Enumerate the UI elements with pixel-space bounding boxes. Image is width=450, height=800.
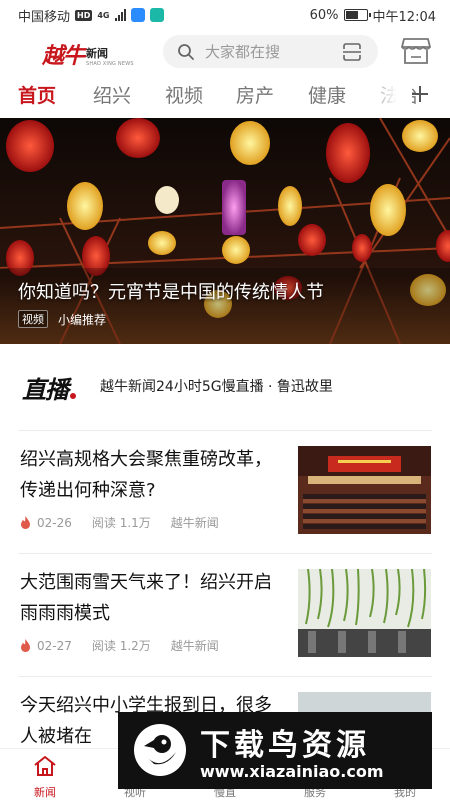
news-source: 越牛新闻: [170, 639, 219, 653]
news-reads: 阅读 1.1万: [91, 516, 151, 530]
hero-title[interactable]: 你知道吗？元宵节是中国的传统情人节: [18, 278, 324, 304]
news-reads: 阅读 1.2万: [91, 639, 151, 653]
news-date: 02-26: [37, 515, 72, 530]
home-icon: [34, 756, 56, 776]
hd-badge: HD: [75, 9, 93, 21]
watermark-url: www.xiazainiao.com: [200, 762, 384, 781]
hero-meta: 视频 小编推荐: [18, 310, 106, 328]
search-placeholder: 大家都在搜: [205, 43, 281, 61]
fire-icon: [21, 639, 30, 652]
fire-icon: [21, 516, 30, 529]
signal-icon: [114, 9, 126, 21]
tab-shaoxing[interactable]: 绍兴: [93, 81, 131, 108]
logo-main: 越牛: [42, 43, 85, 69]
tab-health[interactable]: 健康: [308, 81, 346, 108]
nav-news[interactable]: 新闻: [15, 755, 75, 800]
live-logo: 直播: [22, 376, 69, 404]
battery-percent: 60%: [309, 7, 339, 23]
carrier-label: 中国移动: [18, 9, 71, 25]
app-header: 越牛 新闻 SHAO XING NEWS 大家都在搜: [0, 30, 450, 74]
news-thumbnail: [298, 446, 431, 534]
tab-property[interactable]: 房产: [236, 81, 274, 108]
status-bar: 中国移动 HD 4G 60% 中午12:04: [0, 0, 450, 30]
news-meta: 02-27 阅读 1.2万 越牛新闻: [20, 637, 239, 654]
add-channel-icon[interactable]: [410, 84, 430, 104]
scan-icon[interactable]: [342, 43, 362, 61]
news-item[interactable]: 绍兴高规格大会聚焦重磅改革，传递出何种深意? 02-26 阅读 1.1万 越牛新…: [0, 432, 450, 552]
notification-app-icon: [130, 8, 145, 22]
news-title: 绍兴高规格大会聚焦重磅改革，传递出何种深意?: [20, 449, 272, 501]
tab-video[interactable]: 视频: [165, 81, 203, 108]
divider: [18, 676, 432, 677]
watermark-overlay: 下载鸟资源 www.xiazainiao.com: [118, 712, 432, 789]
live-dot-icon: [70, 393, 76, 399]
news-title: 大范围雨雪天气来了！绍兴开启雨雨雨模式: [20, 572, 272, 624]
news-source: 越牛新闻: [170, 516, 219, 530]
video-tag: 视频: [18, 310, 48, 328]
clock: 中午12:04: [372, 9, 436, 25]
bird-logo-icon: [134, 724, 186, 776]
news-meta: 02-26 阅读 1.1万 越牛新闻: [20, 514, 239, 531]
watermark-title: 下载鸟资源: [200, 728, 370, 763]
channel-tabs: 首页 绍兴 视频 房产 健康 法治: [0, 76, 450, 114]
divider: [18, 553, 432, 554]
live-text: 越牛新闻24小时5G慢直播 · 鲁迅故里: [100, 379, 333, 395]
battery-icon: [343, 9, 371, 21]
news-thumbnail: [298, 569, 431, 657]
logo-sub: 新闻: [86, 47, 109, 60]
search-icon: [178, 43, 194, 60]
hero-banner[interactable]: 你知道吗？元宵节是中国的传统情人节 视频 小编推荐: [0, 118, 450, 344]
divider: [18, 430, 432, 431]
store-icon[interactable]: [401, 37, 431, 65]
hero-source: 小编推荐: [58, 312, 107, 327]
nav-label: 新闻: [34, 786, 56, 799]
tab-home[interactable]: 首页: [18, 81, 56, 108]
search-bar[interactable]: 大家都在搜: [163, 35, 378, 68]
news-item[interactable]: 大范围雨雪天气来了！绍兴开启雨雨雨模式 02-27 阅读 1.2万 越牛新闻: [0, 555, 450, 675]
app-logo[interactable]: 越牛 新闻 SHAO XING NEWS: [42, 38, 134, 70]
notification-app-icon-2: [149, 8, 164, 22]
live-banner[interactable]: 直播 越牛新闻24小时5G慢直播 · 鲁迅故里: [0, 360, 450, 414]
news-date: 02-27: [37, 638, 72, 653]
logo-en: SHAO XING NEWS: [86, 61, 134, 67]
network-label: 4G: [97, 10, 110, 20]
